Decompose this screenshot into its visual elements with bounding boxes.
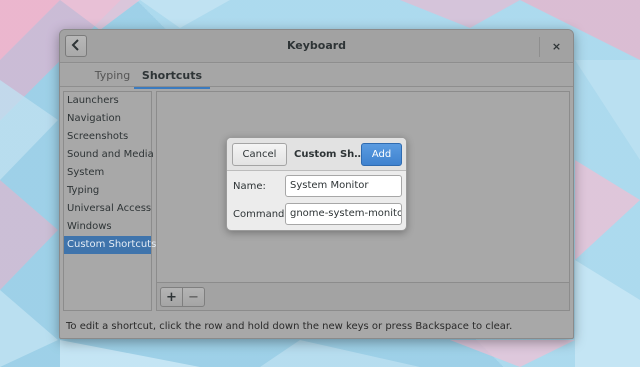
add-shortcut-button[interactable]: + <box>160 287 183 307</box>
dialog-title: Custom Sh… <box>294 149 365 160</box>
sidebar-item-windows[interactable]: Windows <box>64 218 151 236</box>
minus-icon: − <box>188 289 199 305</box>
sidebar-item-launchers[interactable]: Launchers <box>64 92 151 110</box>
sidebar-item-universal-access[interactable]: Universal Access <box>64 200 151 218</box>
sidebar-item-navigation[interactable]: Navigation <box>64 110 151 128</box>
close-icon: × <box>551 40 562 53</box>
sidebar-item-typing[interactable]: Typing <box>64 182 151 200</box>
plus-icon: + <box>166 289 177 305</box>
sidebar-item-system[interactable]: System <box>64 164 151 182</box>
tab-shortcuts[interactable]: Shortcuts <box>134 69 210 89</box>
close-button[interactable]: × <box>548 38 565 55</box>
dialog-header: Cancel Custom Sh… Add <box>227 138 406 171</box>
sidebar-item-custom-shortcuts[interactable]: Custom Shortcuts <box>64 236 156 254</box>
tab-bar: Typing Shortcuts <box>60 64 573 89</box>
sidebar-item-sound-and-media[interactable]: Sound and Media <box>64 146 154 164</box>
remove-shortcut-button[interactable]: − <box>182 287 205 307</box>
window-title: Keyboard <box>286 39 347 52</box>
sidebar-item-screenshots[interactable]: Screenshots <box>64 128 151 146</box>
shortcut-hint-text: To edit a shortcut, click the row and ho… <box>66 321 513 332</box>
name-field[interactable]: System Monitor <box>285 175 402 197</box>
title-bar: Keyboard × <box>60 30 573 63</box>
shortcut-toolbar: + − <box>157 282 569 310</box>
custom-shortcut-dialog: Cancel Custom Sh… Add Name: System Monit… <box>226 137 407 231</box>
title-separator <box>539 37 540 57</box>
name-label: Name: <box>233 181 266 192</box>
command-label: Command: <box>233 209 288 220</box>
cancel-button[interactable]: Cancel <box>232 143 287 166</box>
shortcut-category-list: Launchers Navigation Screenshots Sound a… <box>63 91 156 311</box>
command-field[interactable]: gnome-system-monito <box>285 203 402 225</box>
add-button[interactable]: Add <box>361 143 402 166</box>
